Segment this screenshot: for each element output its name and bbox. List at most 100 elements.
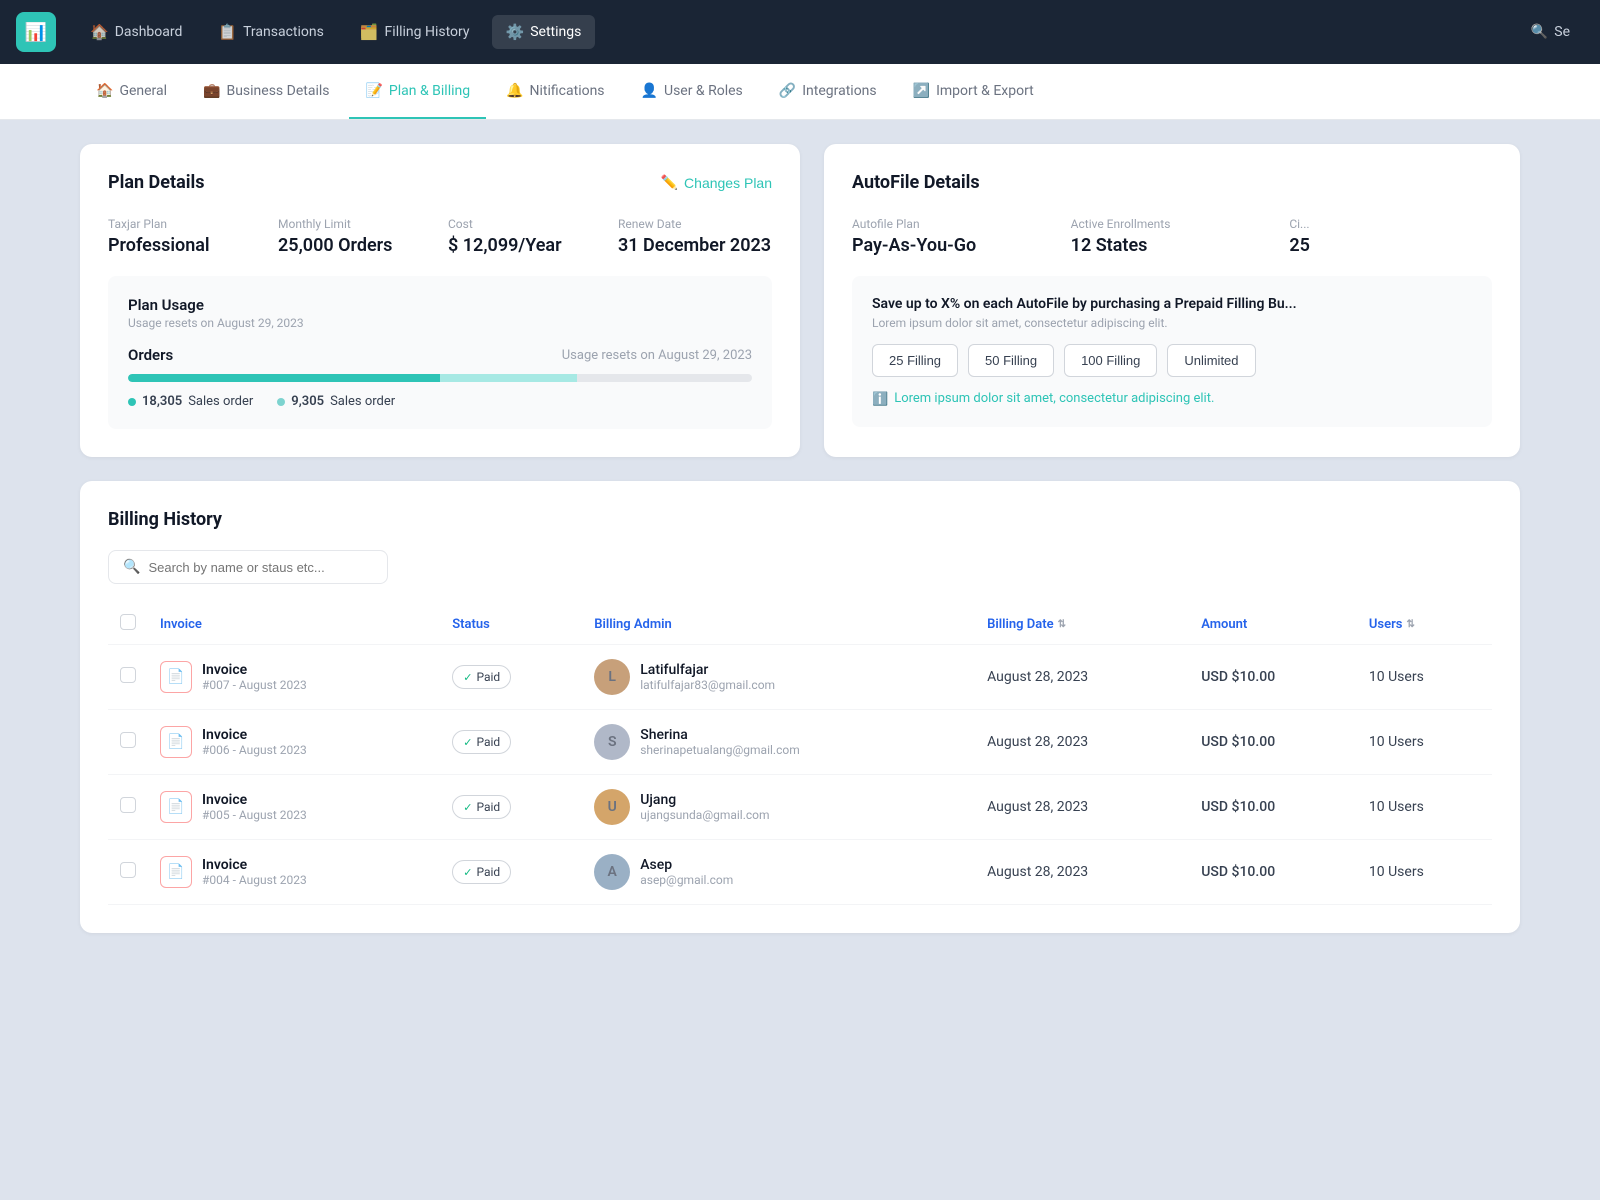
invoice-name: Invoice	[202, 792, 307, 808]
billing-date-cell: August 28, 2023	[975, 645, 1189, 710]
status-label: Paid	[476, 865, 500, 879]
billing-history-title: Billing History	[108, 509, 1492, 530]
invoice-header-label: Invoice	[160, 617, 202, 632]
col-amount-header: Amount	[1189, 604, 1357, 645]
status-cell: ✓ Paid	[440, 645, 582, 710]
top-navigation: 📊 🏠 Dashboard 📋 Transactions 🗂️ Filling …	[0, 0, 1600, 64]
monthly-limit-value: 25,000 Orders	[278, 235, 432, 256]
avatar: A	[594, 854, 630, 890]
promo-title: Save up to X% on each AutoFile by purcha…	[872, 296, 1472, 312]
main-content: Plan Details ✏️ Changes Plan Taxjar Plan…	[0, 120, 1600, 957]
row-checkbox[interactable]	[120, 732, 136, 748]
admin-email: latifulfajar83@gmail.com	[640, 678, 775, 692]
admin-cell: U Ujang ujangsunda@gmail.com	[582, 775, 975, 840]
filling-history-icon: 🗂️	[360, 23, 379, 41]
filling-btn-25[interactable]: 25 Filling	[872, 344, 958, 377]
table-row: 📄 Invoice #004 - August 2023 ✓ Paid A	[108, 840, 1492, 905]
stat-2: 9,305 Sales order	[277, 394, 395, 409]
nav-item-transactions[interactable]: 📋 Transactions	[204, 15, 337, 49]
subnav-plan-billing[interactable]: 📝 Plan & Billing	[349, 64, 486, 119]
check-icon: ✓	[463, 671, 472, 684]
col-billing-date-header[interactable]: Billing Date ⇅	[975, 604, 1189, 645]
billing-date-value: August 28, 2023	[987, 799, 1088, 815]
billing-admin-header-label: Billing Admin	[594, 617, 672, 632]
amount-cell: USD $10.00	[1189, 645, 1357, 710]
billing-date-cell: August 28, 2023	[975, 840, 1189, 905]
billing-date-value: August 28, 2023	[987, 864, 1088, 880]
billing-date-cell: August 28, 2023	[975, 775, 1189, 840]
info-icon: ℹ️	[872, 392, 888, 407]
filling-btn-100[interactable]: 100 Filling	[1064, 344, 1157, 377]
autofile-details-title: AutoFile Details	[852, 172, 980, 193]
subnav-business-label: Business Details	[226, 83, 329, 99]
col-status-header: Status	[440, 604, 582, 645]
taxjar-plan-label: Taxjar Plan	[108, 217, 262, 231]
invoice-cell: 📄 Invoice #004 - August 2023	[148, 840, 440, 905]
subnav-integrations[interactable]: 🔗 Integrations	[763, 64, 893, 119]
admin-cell: A Asep asep@gmail.com	[582, 840, 975, 905]
subnav-notifications[interactable]: 🔔 Nitifications	[490, 64, 620, 119]
admin-cell: S Sherina sherinapetualang@gmail.com	[582, 710, 975, 775]
table-row: 📄 Invoice #007 - August 2023 ✓ Paid L	[108, 645, 1492, 710]
col-check-header	[108, 604, 148, 645]
row-checkbox[interactable]	[120, 667, 136, 683]
billing-date-sort[interactable]: Billing Date ⇅	[987, 617, 1066, 632]
admin-email: sherinapetualang@gmail.com	[640, 743, 800, 757]
subnav-business-details[interactable]: 💼 Business Details	[187, 64, 345, 119]
nav-item-dashboard[interactable]: 🏠 Dashboard	[76, 15, 196, 49]
row-checkbox[interactable]	[120, 862, 136, 878]
status-badge: ✓ Paid	[452, 665, 511, 689]
invoice-number: #006 - August 2023	[202, 743, 307, 757]
promo-subtitle: Lorem ipsum dolor sit amet, consectetur …	[872, 316, 1472, 330]
plan-details-card: Plan Details ✏️ Changes Plan Taxjar Plan…	[80, 144, 800, 457]
users-sort[interactable]: Users ⇅	[1369, 617, 1415, 632]
plan-card-header: Plan Details ✏️ Changes Plan	[108, 172, 772, 193]
autofile-plan-label: Autofile Plan	[852, 217, 1055, 231]
autofile-card-header: AutoFile Details	[852, 172, 1492, 193]
changes-plan-button[interactable]: ✏️ Changes Plan	[661, 174, 772, 191]
header-checkbox[interactable]	[120, 614, 136, 630]
filling-btn-50[interactable]: 50 Filling	[968, 344, 1054, 377]
col-invoice-header: Invoice	[148, 604, 440, 645]
search-button[interactable]: 🔍 Se	[1517, 16, 1584, 48]
logo-icon: 📊	[25, 22, 47, 43]
users-cell: 10 Users	[1357, 775, 1492, 840]
search-input[interactable]	[148, 560, 373, 575]
logo[interactable]: 📊	[16, 12, 56, 52]
cost-item: Cost $ 12,099/Year	[448, 217, 602, 256]
autofile-plan-value: Pay-As-You-Go	[852, 235, 1055, 256]
amount-cell: USD $10.00	[1189, 775, 1357, 840]
admin-cell: L Latifulfajar latifulfajar83@gmail.com	[582, 645, 975, 710]
renew-date-item: Renew Date 31 December 2023	[618, 217, 772, 256]
autofile-details-card: AutoFile Details Autofile Plan Pay-As-Yo…	[824, 144, 1520, 457]
status-cell: ✓ Paid	[440, 710, 582, 775]
status-badge: ✓ Paid	[452, 860, 511, 884]
avatar: L	[594, 659, 630, 695]
plan-billing-icon: 📝	[365, 83, 382, 99]
filling-btn-unlimited[interactable]: Unlimited	[1167, 344, 1255, 377]
edit-icon: ✏️	[661, 174, 678, 191]
subnav-general[interactable]: 🏠 General	[80, 64, 183, 119]
user-roles-icon: 👤	[641, 83, 658, 99]
third-field-label: Ci...	[1289, 217, 1492, 231]
autofile-promo-box: Save up to X% on each AutoFile by purcha…	[852, 276, 1492, 427]
billing-history-card: Billing History 🔍 Invoice Status	[80, 481, 1520, 933]
nav-item-settings[interactable]: ⚙️ Settings	[492, 15, 596, 49]
status-cell: ✓ Paid	[440, 840, 582, 905]
row-checkbox[interactable]	[120, 797, 136, 813]
cost-label: Cost	[448, 217, 602, 231]
cost-value: $ 12,099/Year	[448, 235, 602, 256]
check-icon: ✓	[463, 801, 472, 814]
subnav-user-roles[interactable]: 👤 User & Roles	[625, 64, 759, 119]
search-bar[interactable]: 🔍	[108, 550, 388, 584]
col-users-header[interactable]: Users ⇅	[1357, 604, 1492, 645]
nav-item-filling-history[interactable]: 🗂️ Filling History	[346, 15, 484, 49]
users-cell: 10 Users	[1357, 710, 1492, 775]
promo-note: ℹ️ Lorem ipsum dolor sit amet, consectet…	[872, 391, 1472, 407]
invoice-file-icon: 📄	[160, 661, 192, 693]
subnav-import-export[interactable]: ↗️ Import & Export	[897, 64, 1050, 119]
users-value: 10 Users	[1369, 669, 1424, 685]
invoice-number: #007 - August 2023	[202, 678, 307, 692]
renew-date-label: Renew Date	[618, 217, 772, 231]
billing-date-value: August 28, 2023	[987, 734, 1088, 750]
